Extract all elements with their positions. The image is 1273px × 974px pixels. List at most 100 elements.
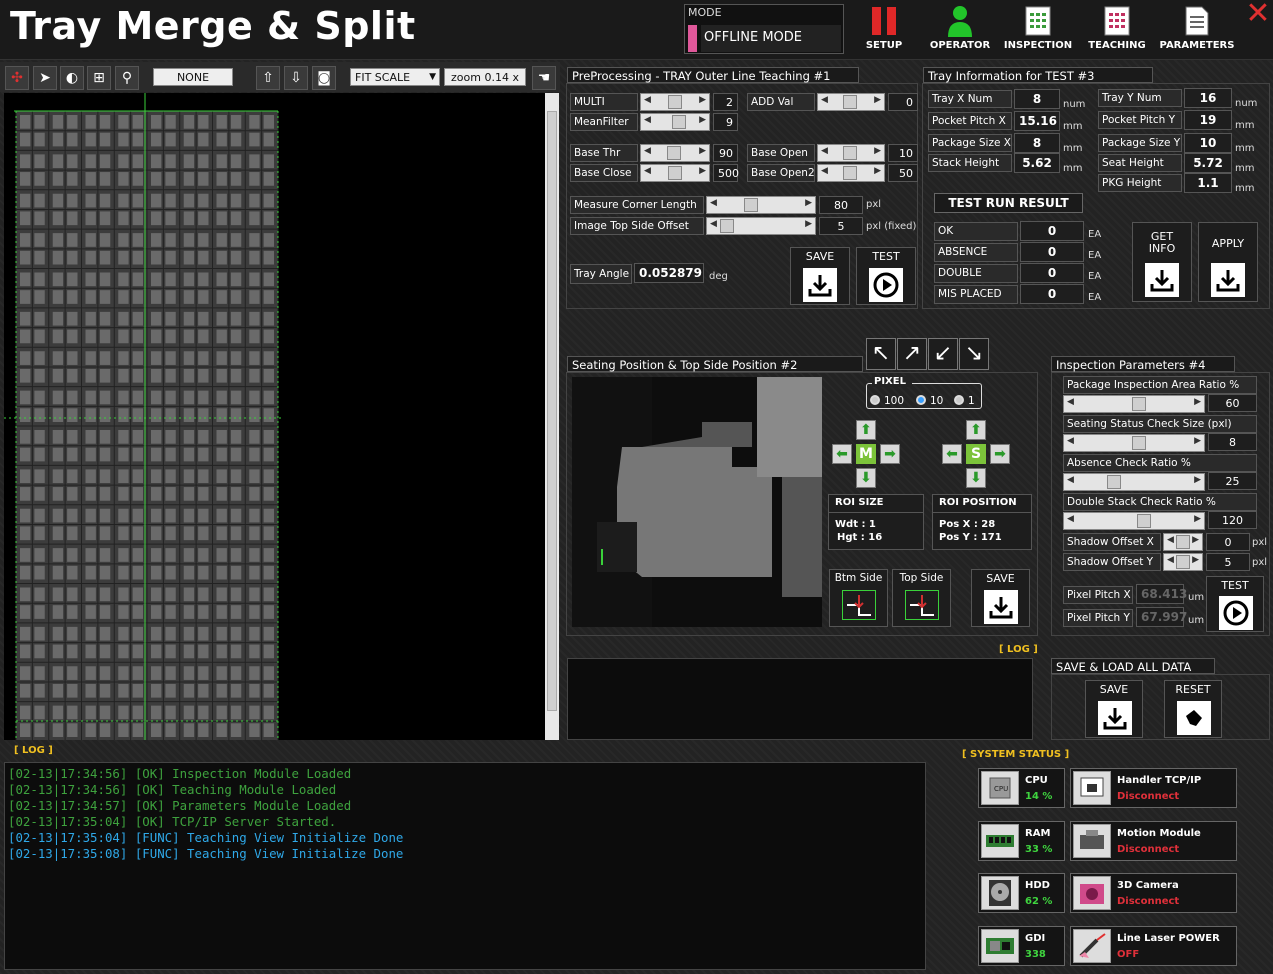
preprocessing-save-button[interactable]: SAVE [790,247,850,305]
inspection-param-slider[interactable]: ◀ ▶ [1063,473,1205,491]
mean-filter-slider[interactable]: ◀ ▶ [640,113,710,131]
add-val-slider[interactable]: ◀ ▶ [817,93,885,111]
base-thr-slider[interactable]: ◀ ▶ [640,144,710,162]
arrow-right-icon[interactable]: ▶ [874,166,881,176]
base-close-value[interactable]: 500 [713,164,739,182]
arrow-right-icon[interactable]: ▶ [1192,555,1199,565]
camera-icon[interactable]: ◙ [312,66,336,90]
shadow-offset-y-slider[interactable]: ◀ ▶ [1163,553,1203,571]
base-open-value[interactable]: 10 [888,144,918,162]
shadow-offset-y-value[interactable]: 5 [1206,553,1250,571]
inspection-param-slider[interactable]: ◀ ▶ [1063,512,1205,530]
pixel-option-1[interactable]: 1 [954,395,994,409]
slider-knob[interactable] [668,95,682,109]
measure-corner-value[interactable]: 80 [819,196,863,214]
arrow-left-icon[interactable]: ◀ [1067,436,1074,446]
mouse-icon[interactable]: ◐ [60,66,84,90]
slider-knob[interactable] [1132,436,1147,450]
arrow-left-icon[interactable]: ⬅ [942,444,962,464]
slider-knob[interactable] [1132,397,1147,411]
inspection-param-slider[interactable]: ◀ ▶ [1063,395,1205,413]
slider-knob[interactable] [842,166,857,180]
arrow-left-icon[interactable]: ◀ [1067,475,1074,485]
arrow-left-icon[interactable]: ◀ [644,95,651,105]
arrow-left-icon[interactable]: ◀ [1067,514,1074,524]
arrow-right-icon[interactable]: ▶ [1192,535,1199,545]
arrow-right-icon[interactable]: ▶ [699,146,706,156]
arrow-right-icon[interactable]: ▶ [805,198,812,208]
apply-button[interactable]: APPLY [1198,222,1258,302]
arrow-right-icon[interactable]: ▶ [699,166,706,176]
arrow-left-icon[interactable]: ◀ [644,115,651,125]
arrow-left-icon[interactable]: ◀ [1167,535,1174,545]
arrow-right-icon[interactable]: ➡ [880,444,900,464]
arrow-right-icon[interactable]: ▶ [1194,436,1201,446]
slider-knob[interactable] [1176,555,1190,569]
arrow-right-icon[interactable]: ➡ [990,444,1010,464]
arrow-left-icon[interactable]: ◀ [710,219,717,229]
base-open2-value[interactable]: 50 [888,164,918,182]
slider-knob[interactable] [1176,535,1190,549]
crosshair-icon[interactable]: ✣ [5,66,29,90]
save-all-button[interactable]: SAVE [1085,680,1143,738]
scrollbar-thumb[interactable] [547,111,557,711]
image-top-offset-slider[interactable]: ◀ ▶ [706,217,816,235]
pixel-option-100[interactable]: 100 [870,395,910,409]
arrow-right-icon[interactable]: ▶ [699,95,706,105]
multi-value[interactable]: 2 [713,93,738,111]
arrow-right-icon[interactable]: ▶ [699,115,706,125]
arrow-down-left-icon[interactable]: ↙ [928,338,958,370]
inspection-param-value[interactable]: 60 [1208,394,1257,412]
slider-knob[interactable] [720,219,735,233]
arrow-right-icon[interactable]: ▶ [1194,475,1201,485]
arrow-left-icon[interactable]: ⬅ [832,444,852,464]
move-center-button[interactable]: M [856,444,876,464]
arrow-left-icon[interactable]: ◀ [644,146,651,156]
arrow-left-icon[interactable]: ◀ [821,166,828,176]
arrow-up-left-icon[interactable]: ↖ [866,338,896,370]
radio-icon[interactable] [870,395,880,405]
arrow-left-icon[interactable]: ◀ [1167,555,1174,565]
shadow-offset-x-slider[interactable]: ◀ ▶ [1163,533,1203,551]
inspection-param-value[interactable]: 120 [1208,511,1257,529]
radio-icon[interactable] [954,395,964,405]
shadow-offset-x-value[interactable]: 0 [1206,533,1250,551]
slider-knob[interactable] [1137,514,1152,528]
size-center-button[interactable]: S [966,444,986,464]
teaching-button[interactable]: TEACHING [1078,2,1156,58]
get-info-button[interactable]: GET INFO [1132,222,1192,302]
base-close-slider[interactable]: ◀ ▶ [640,164,710,182]
radio-icon[interactable] [916,395,926,405]
arrow-right-icon[interactable]: ▶ [874,95,881,105]
arrow-down-icon[interactable]: ⬇ [856,468,876,488]
base-thr-value[interactable]: 90 [713,144,738,162]
hand-icon[interactable]: ☚ [532,66,556,90]
arrow-up-right-icon[interactable]: ↗ [897,338,927,370]
arrow-right-icon[interactable]: ▶ [805,219,812,229]
arrow-right-icon[interactable]: ▶ [1194,514,1201,524]
slider-knob[interactable] [743,198,758,212]
arrow-up-icon[interactable]: ⬆ [966,420,986,440]
arrow-left-icon[interactable]: ◀ [1067,397,1074,407]
preprocessing-test-button[interactable]: TEST [856,247,916,305]
image-top-offset-value[interactable]: 5 [819,217,863,235]
fit-roi-icon[interactable]: ⊞ [87,66,111,90]
roi-mode-field[interactable]: NONE [153,68,233,86]
magnifier-icon[interactable]: ⚲ [115,66,139,90]
inspection-param-value[interactable]: 25 [1208,472,1257,490]
operator-button[interactable]: OPERATOR [921,2,999,58]
inspection-test-button[interactable]: TEST [1206,576,1264,632]
inspection-param-value[interactable]: 8 [1208,433,1257,451]
arrow-right-icon[interactable]: ▶ [1194,397,1201,407]
bottom-side-button[interactable]: Btm Side [829,569,888,627]
arrow-left-icon[interactable]: ◀ [710,198,717,208]
arrow-left-icon[interactable]: ◀ [644,166,651,176]
add-val-value[interactable]: 0 [888,93,918,111]
base-open-slider[interactable]: ◀ ▶ [817,144,885,162]
base-open2-slider[interactable]: ◀ ▶ [817,164,885,182]
pixel-option-10[interactable]: 10 [916,395,956,409]
arrow-up-icon[interactable]: ⬆ [856,420,876,440]
upload-icon[interactable]: ⇧ [256,66,280,90]
slider-knob[interactable] [1106,475,1121,489]
slider-knob[interactable] [842,95,857,109]
